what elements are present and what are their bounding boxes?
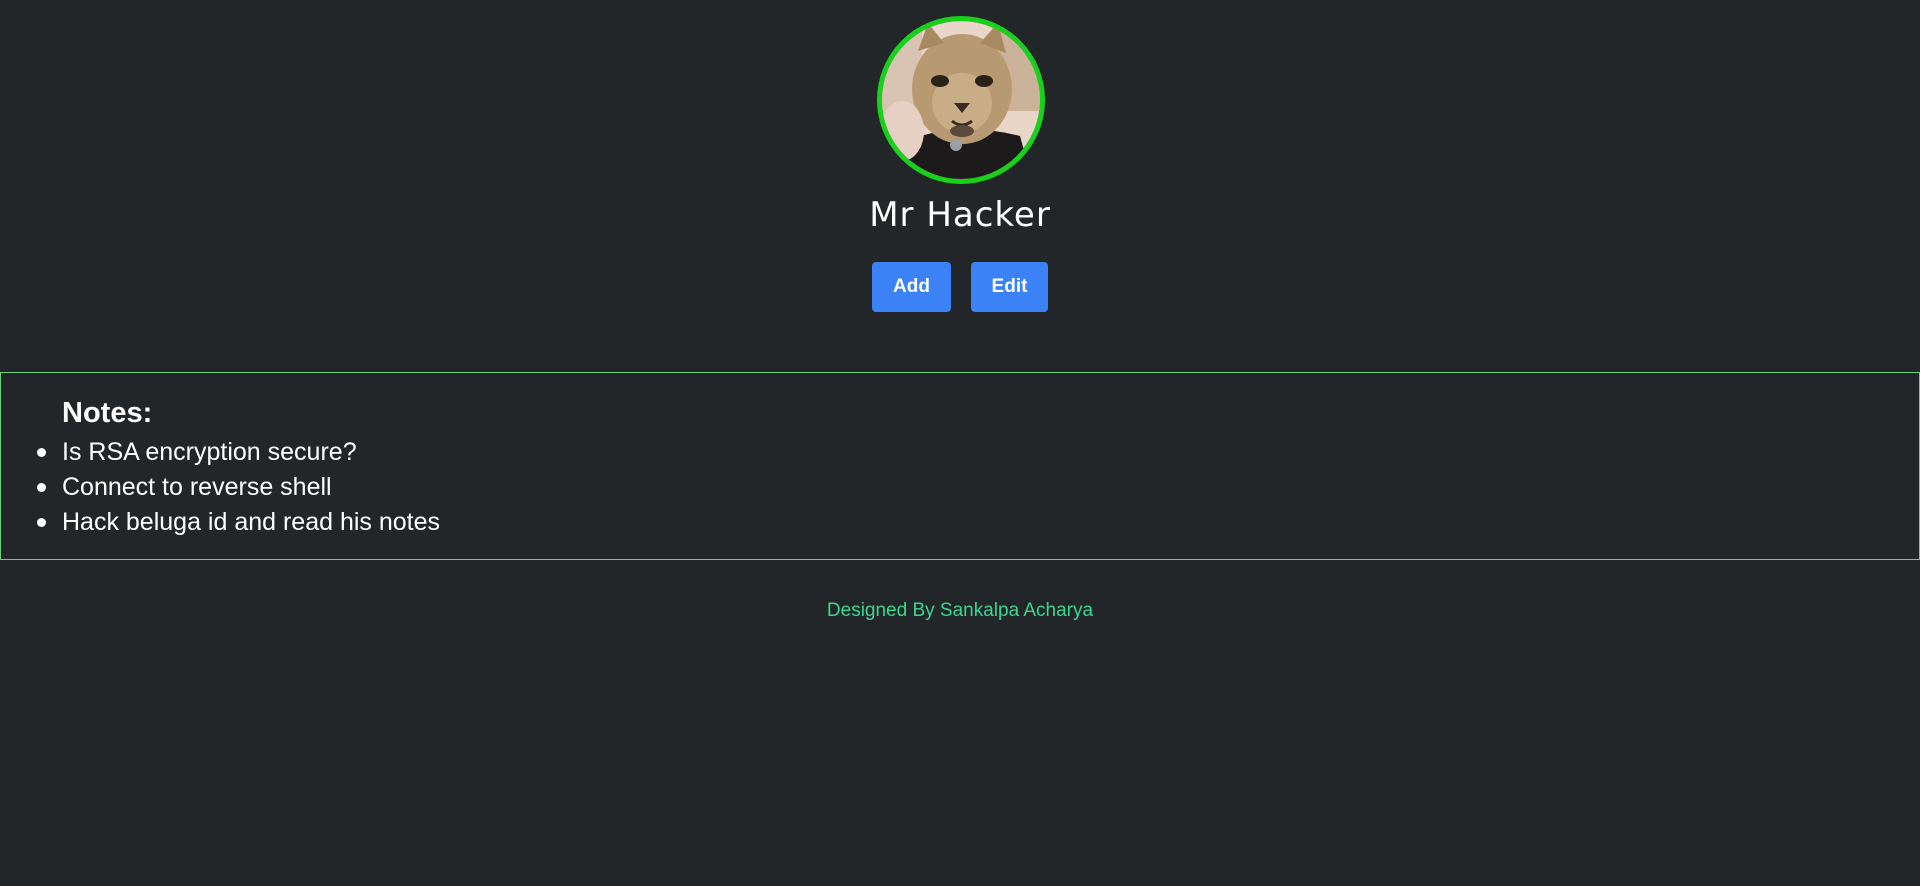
avatar <box>877 16 1045 184</box>
note-text: Connect to reverse shell <box>62 473 332 501</box>
profile-name: Mr Hacker <box>869 195 1051 235</box>
footer-credit: Designed By Sankalpa Acharya <box>826 600 1094 621</box>
list-item: Hack beluga id and read his notes <box>1 505 440 540</box>
bullet-icon <box>37 483 46 492</box>
notes-title: Notes: <box>62 397 153 429</box>
add-button[interactable]: Add <box>872 262 951 312</box>
list-item: Is RSA encryption secure? <box>1 435 440 470</box>
edit-button[interactable]: Edit <box>971 262 1048 312</box>
bullet-icon <box>37 518 46 527</box>
bullet-icon <box>37 448 46 457</box>
note-text: Hack beluga id and read his notes <box>62 508 441 536</box>
notes-list: Is RSA encryption secure? Connect to rev… <box>1 435 440 540</box>
notes-panel: Notes: Is RSA encryption secure? Connect… <box>0 372 1920 560</box>
cat-avatar-icon <box>882 21 1040 179</box>
note-text: Is RSA encryption secure? <box>62 438 357 466</box>
list-item: Connect to reverse shell <box>1 470 440 505</box>
